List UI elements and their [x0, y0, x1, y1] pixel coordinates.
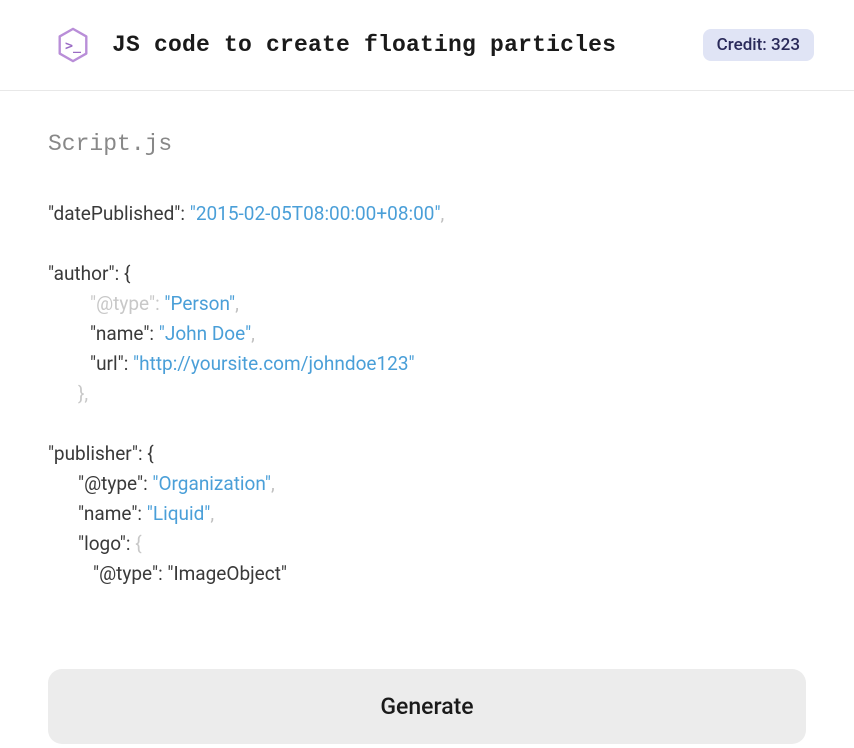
credit-badge: Credit: 323 — [703, 29, 814, 61]
content-area: Script.js "datePublished": "2015-02-05T0… — [0, 91, 854, 619]
svg-text:>_: >_ — [65, 39, 81, 54]
code-line-publisher-logo-open: "logo": { — [48, 529, 806, 559]
code-line-author-name: "name": "John Doe", — [48, 319, 806, 349]
code-line-author-open: "author": { — [48, 259, 806, 289]
generate-button[interactable]: Generate — [48, 669, 806, 744]
code-line-author-type: "@type": "Person", — [48, 289, 806, 319]
code-line-publisher-logo-type: "@type": "ImageObject" — [48, 559, 806, 589]
code-line-datepublished: "datePublished": "2015-02-05T08:00:00+08… — [48, 199, 806, 229]
code-line-author-close: }, — [48, 379, 806, 409]
code-block: "datePublished": "2015-02-05T08:00:00+08… — [48, 199, 806, 589]
file-name: Script.js — [48, 131, 806, 157]
header-left: >_ JS code to create floating particles — [54, 26, 616, 64]
page-title: JS code to create floating particles — [112, 32, 616, 58]
code-line-publisher-open: "publisher": { — [48, 439, 806, 469]
code-line-author-url: "url": "http://yoursite.com/johndoe123" — [48, 349, 806, 379]
code-line-publisher-name: "name": "Liquid", — [48, 499, 806, 529]
app-logo-icon: >_ — [54, 26, 92, 64]
code-line-publisher-type: "@type": "Organization", — [48, 469, 806, 499]
header: >_ JS code to create floating particles … — [0, 0, 854, 91]
